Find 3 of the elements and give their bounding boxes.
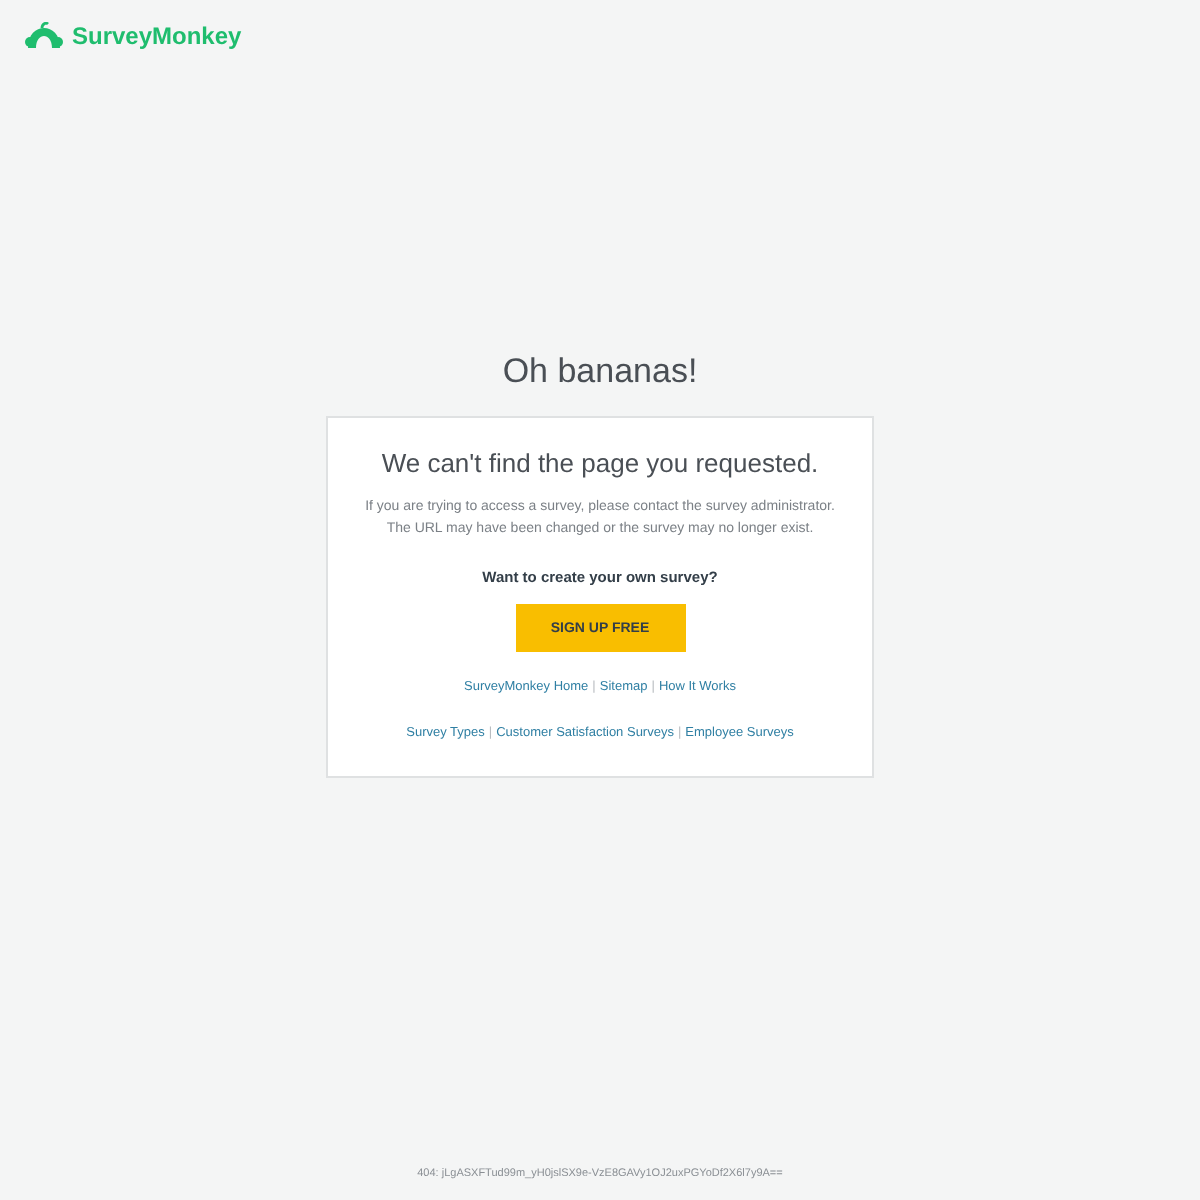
page-heading: Oh bananas! [502, 352, 698, 392]
logo-icon [24, 22, 64, 50]
error-title: We can't find the page you requested. [381, 448, 819, 478]
